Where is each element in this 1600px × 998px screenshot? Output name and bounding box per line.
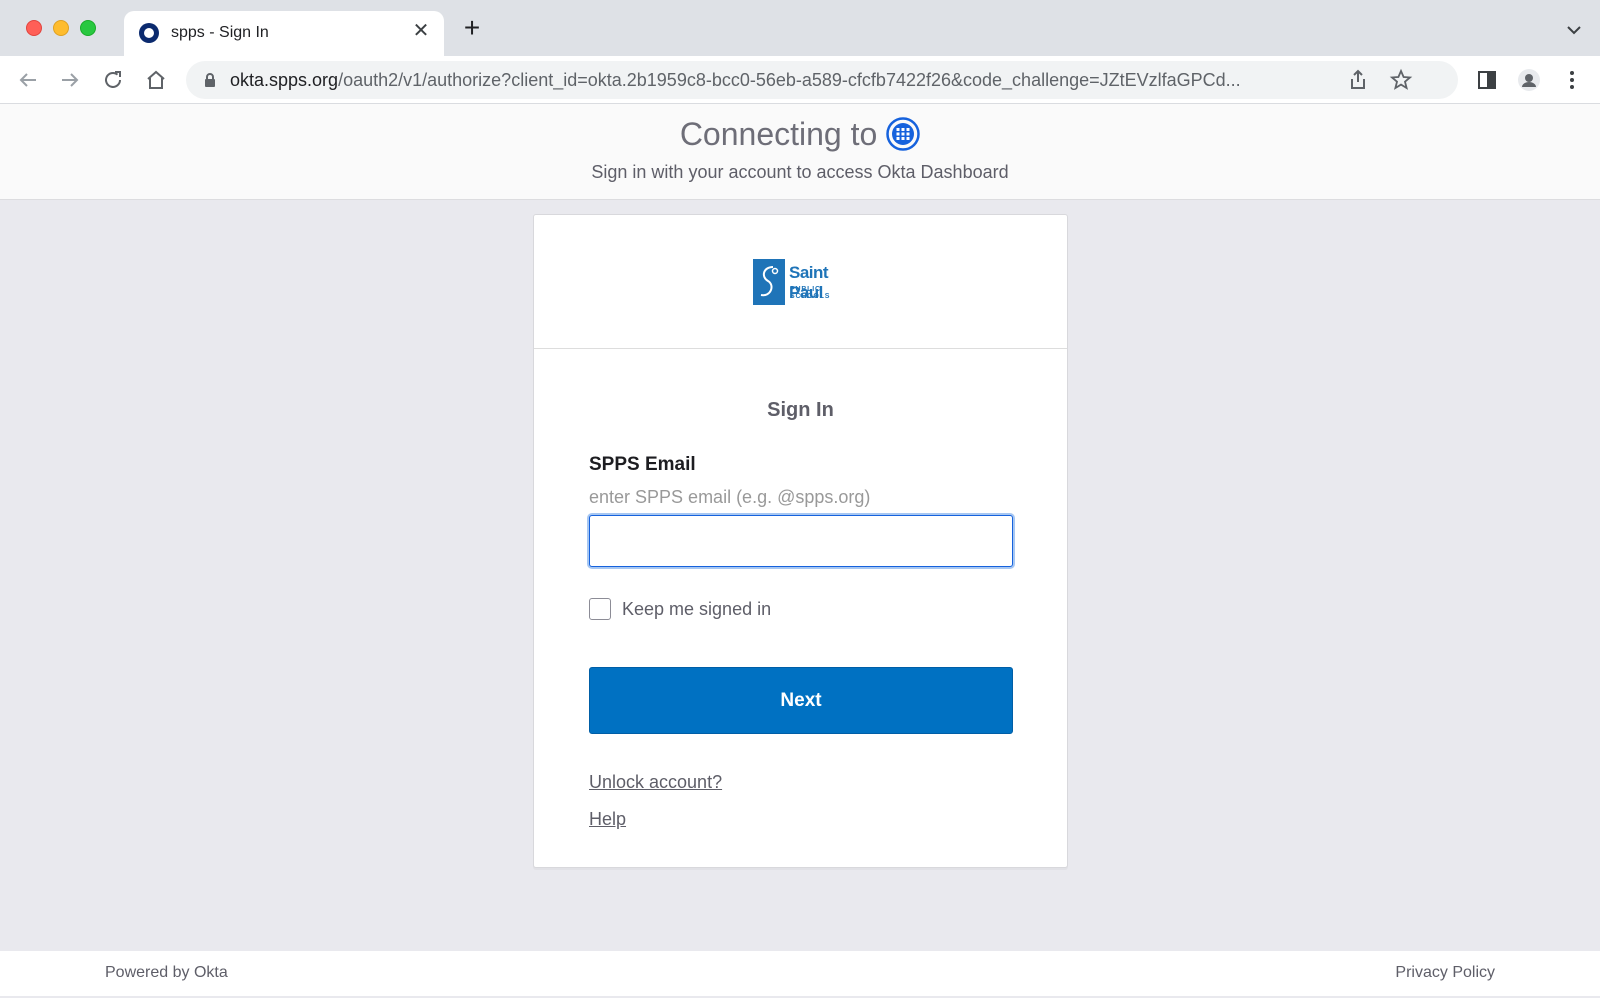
close-window-button[interactable]: [26, 20, 42, 36]
connecting-title: Connecting to: [0, 116, 1600, 153]
unlock-account-link[interactable]: Unlock account?: [589, 772, 722, 793]
forward-arrow-icon[interactable]: [58, 68, 82, 92]
connecting-subtitle: Sign in with your account to access Okta…: [591, 162, 1009, 182]
home-icon[interactable]: [144, 68, 168, 92]
maximize-window-button[interactable]: [80, 20, 96, 36]
keep-signed-in-checkbox[interactable]: [589, 598, 611, 620]
keep-signed-in-label[interactable]: Keep me signed in: [622, 599, 771, 620]
connecting-banner: Connecting to Sign in with your account …: [0, 104, 1600, 200]
spps-logo: Saint Paul PUBLIC SCHOOLS: [753, 259, 851, 305]
address-bar[interactable]: okta.spps.org/oauth2/v1/authorize?client…: [186, 61, 1458, 99]
profile-avatar-icon[interactable]: [1517, 68, 1541, 92]
new-tab-button[interactable]: +: [460, 14, 484, 42]
lock-icon[interactable]: [202, 72, 218, 88]
back-arrow-icon[interactable]: [16, 68, 40, 92]
okta-favicon-icon: [139, 23, 159, 43]
page-content: Connecting to Sign in with your account …: [0, 104, 1600, 998]
side-panel-icon[interactable]: [1475, 68, 1499, 92]
reload-icon[interactable]: [101, 68, 125, 92]
powered-by-text: Powered by Okta: [105, 964, 228, 981]
browser-tab[interactable]: spps - Sign In ✕: [124, 11, 444, 56]
sign-in-card: Saint Paul PUBLIC SCHOOLS Sign In SPPS E…: [533, 214, 1068, 868]
browser-toolbar: okta.spps.org/oauth2/v1/authorize?client…: [0, 56, 1600, 104]
url-text[interactable]: okta.spps.org/oauth2/v1/authorize?client…: [230, 70, 1380, 91]
help-link[interactable]: Help: [589, 809, 626, 830]
card-header: Saint Paul PUBLIC SCHOOLS: [534, 215, 1067, 349]
tab-close-icon[interactable]: ✕: [410, 20, 432, 42]
url-path: /oauth2/v1/authorize?client_id=okta.2b19…: [338, 70, 1241, 90]
privacy-policy-link[interactable]: Privacy Policy: [1395, 964, 1495, 982]
logo-subtitle: PUBLIC SCHOOLS: [790, 286, 831, 300]
connecting-title-text: Connecting to: [679, 116, 878, 152]
url-host: okta.spps.org: [230, 70, 339, 90]
bookmark-star-icon[interactable]: [1389, 68, 1413, 92]
tab-title: spps - Sign In: [171, 24, 269, 41]
spps-logo-mark-icon: [753, 259, 785, 305]
email-field[interactable]: [589, 515, 1013, 567]
next-button[interactable]: Next: [589, 667, 1013, 734]
minimize-window-button[interactable]: [53, 20, 69, 36]
email-label: SPPS Email: [589, 454, 696, 475]
email-hint: enter SPPS email (e.g. @spps.org): [589, 487, 871, 507]
sign-in-heading: Sign In: [767, 399, 834, 421]
share-icon[interactable]: [1346, 68, 1370, 92]
tab-search-chevron-icon[interactable]: [1564, 20, 1584, 40]
okta-dashboard-grid-icon: [886, 117, 920, 151]
tab-strip: spps - Sign In ✕ +: [0, 0, 1600, 56]
more-options-icon[interactable]: [1560, 68, 1584, 92]
page-footer: Powered by Okta Privacy Policy: [0, 951, 1600, 996]
